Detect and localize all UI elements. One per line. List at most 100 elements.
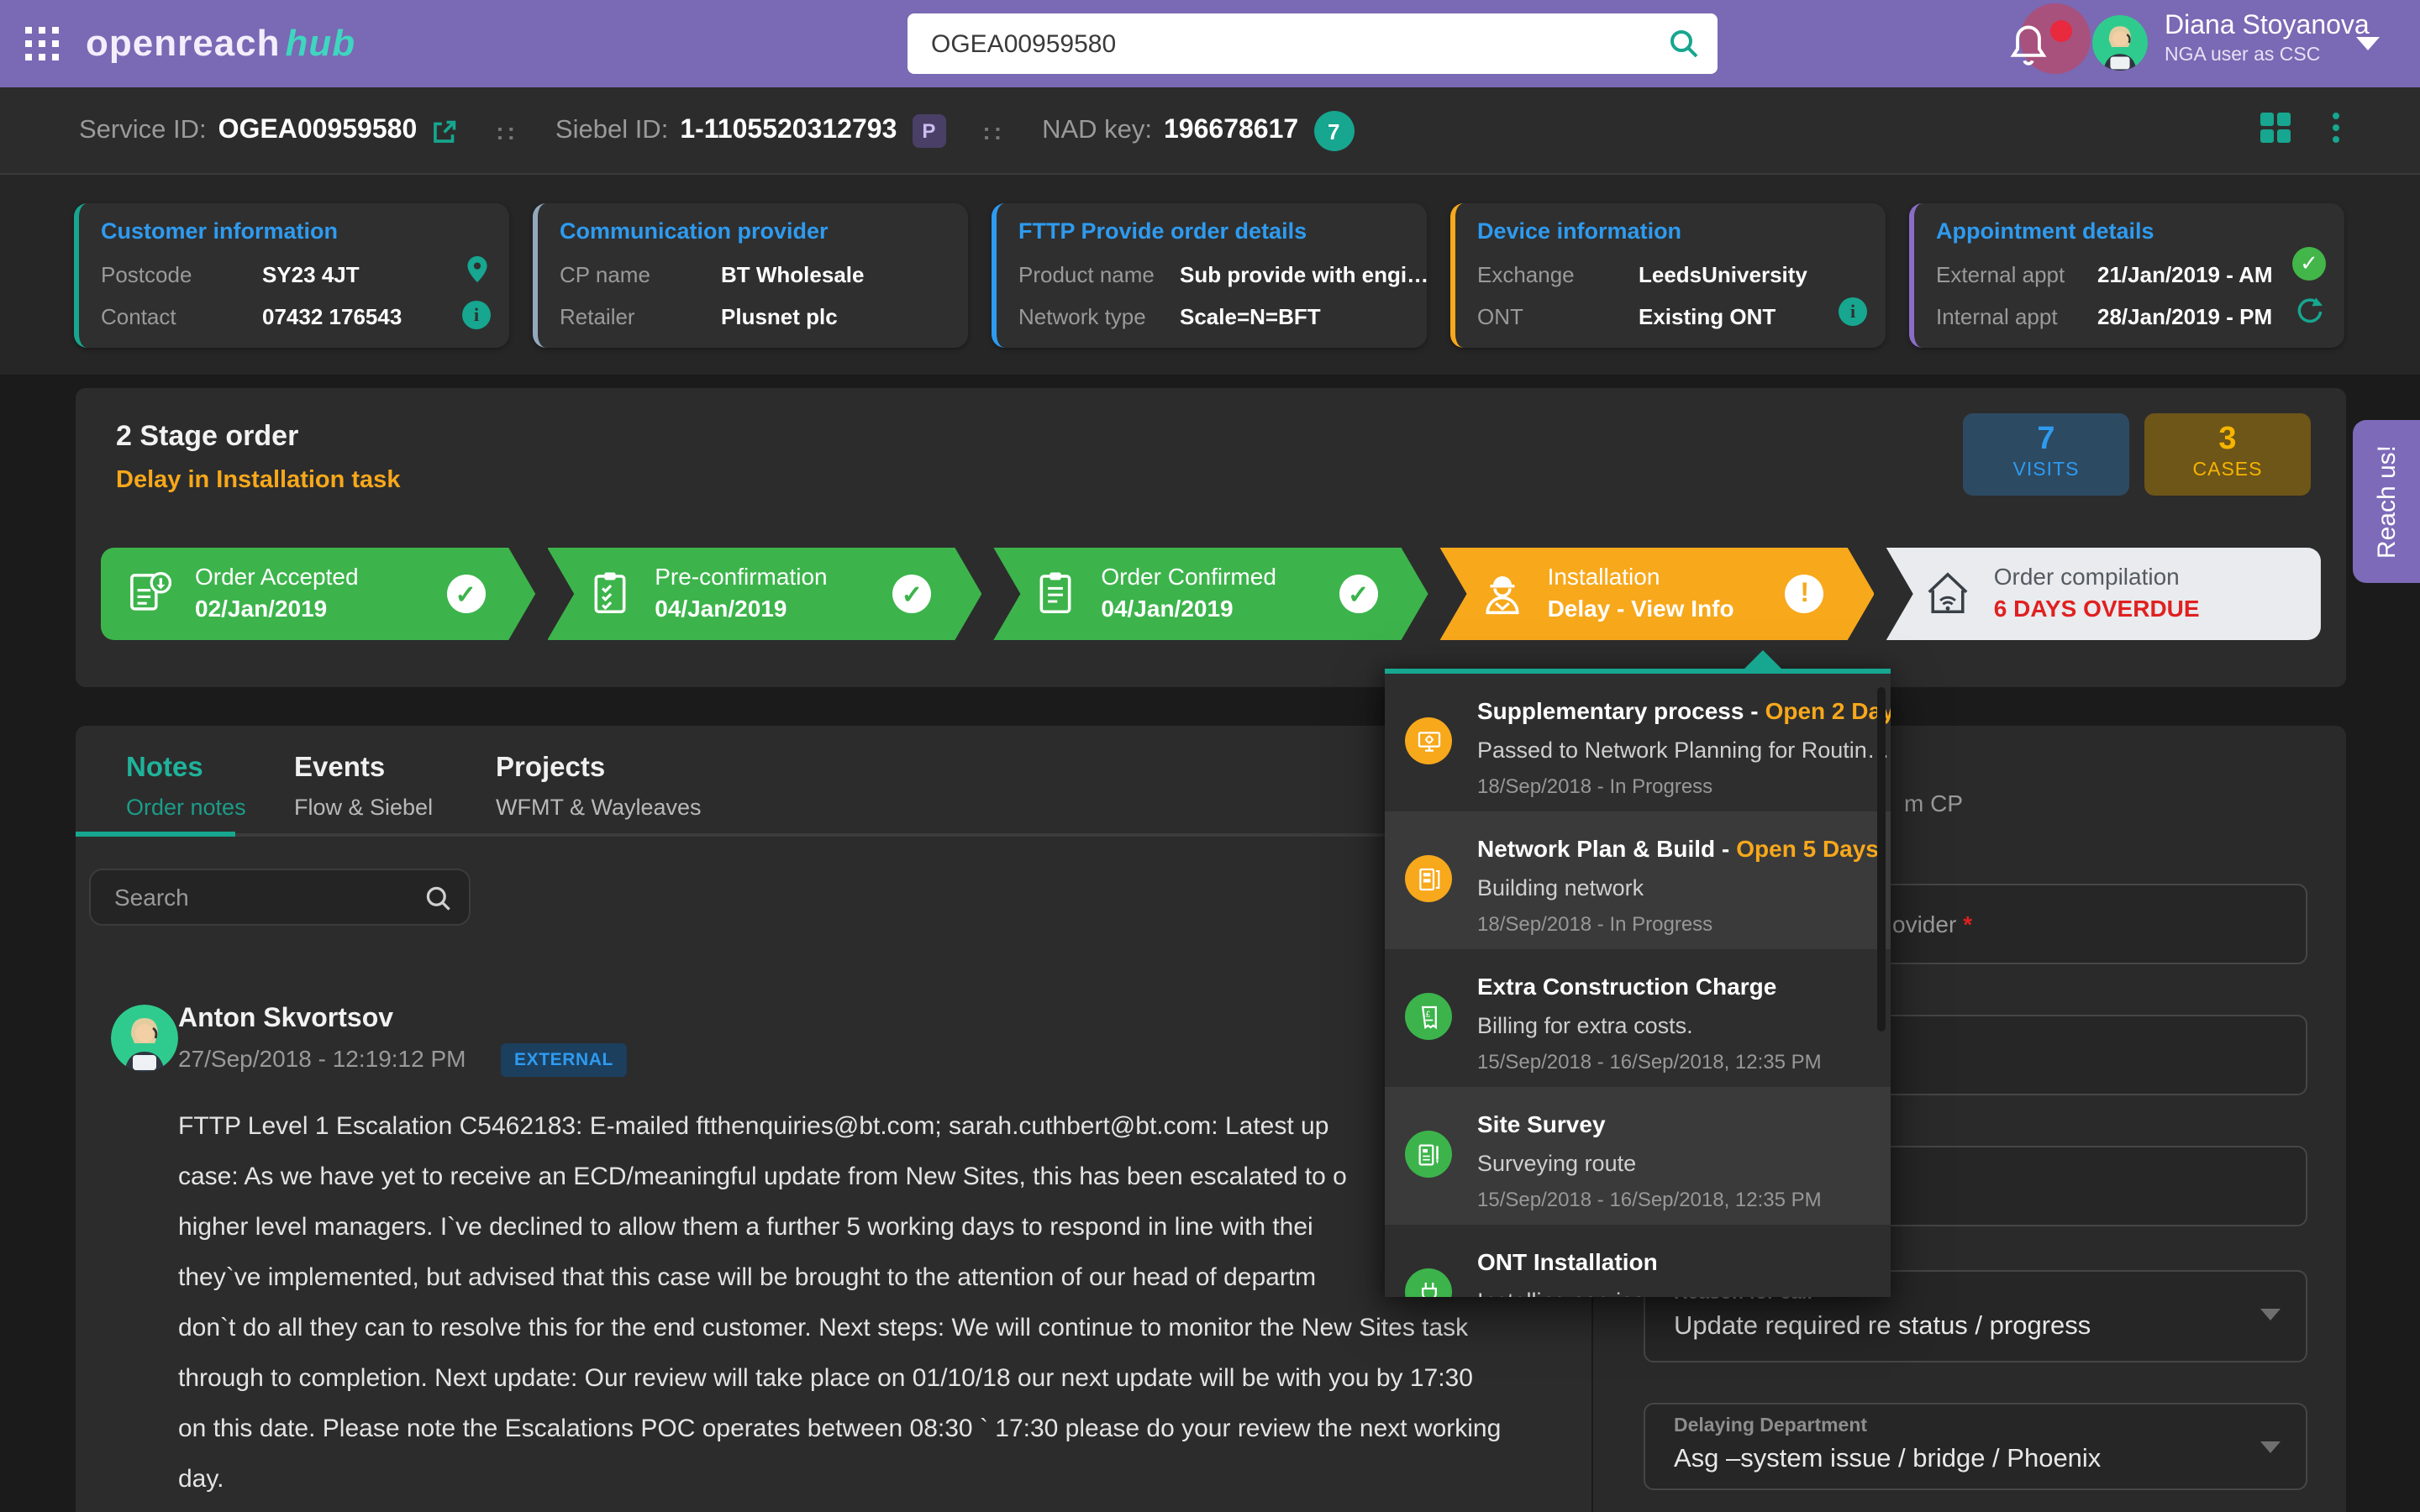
card-title: FTTP Provide order details (997, 203, 1427, 244)
document-download-icon (124, 568, 175, 618)
note-line: FTTP Level 1 Escalation C5462183: E-mail… (178, 1102, 1573, 1152)
order-progress-panel: 2 Stage order Delay in Installation task… (76, 388, 2346, 687)
refresh-icon[interactable] (2294, 296, 2326, 328)
user-menu[interactable]: Diana Stoyanova NGA user as CSC (2165, 12, 2370, 66)
task-dates: 18/Sep/2018 - In Progress (1477, 774, 1712, 798)
field-label: Network type (1018, 304, 1180, 329)
reach-us-tab[interactable]: Reach us! (2353, 420, 2420, 583)
global-search-input[interactable] (908, 13, 1718, 74)
installation-tasks-dropdown: Supplementary process -Open 2 Days Passe… (1385, 669, 1891, 1297)
external-link-icon[interactable] (430, 117, 459, 145)
grid-view-icon[interactable] (2259, 111, 2292, 144)
note-body-text: FTTP Level 1 Escalation C5462183: E-mail… (178, 1102, 1573, 1505)
cases-label: CASES (2144, 460, 2311, 480)
visits-label: VISITS (1963, 460, 2129, 480)
global-search (908, 13, 1718, 74)
note-line: on this date. Please note the Escalation… (178, 1404, 1573, 1455)
user-role: NGA user as CSC (2165, 45, 2370, 66)
stage-warning-icon: ! (1786, 575, 1824, 613)
stage-title: Order Accepted (195, 563, 359, 590)
field-label: Delaying Department (1674, 1416, 1867, 1436)
tab-subtitle: Flow & Siebel (294, 795, 433, 820)
card-customer-information: Customer information PostcodeSY23 4JT Co… (74, 203, 509, 348)
order-delay-subtitle: Delay in Installation task (116, 467, 400, 494)
delaying-department-select[interactable]: Delaying Department Asg –system issue / … (1644, 1403, 2307, 1490)
clipboard-check-icon (584, 568, 634, 618)
note-line: through to completion. Next update: Our … (178, 1354, 1573, 1404)
tab-notes[interactable]: Notes Order notes (126, 753, 246, 820)
stage-order-compilation[interactable]: Order compilation6 DAYS OVERDUE (1886, 548, 2321, 640)
stage-check-icon: ✓ (446, 575, 485, 613)
task-title: Supplementary process -Open 2 Days (1477, 697, 1891, 724)
note-line: case: As we have yet to receive an ECD/m… (178, 1152, 1573, 1203)
notifications-button[interactable] (1996, 3, 2097, 84)
siebel-id-label: Siebel ID: (555, 116, 668, 146)
engineer-icon (1477, 568, 1528, 618)
billing-receipt-icon: £ (1405, 993, 1452, 1040)
nad-count-badge: 7 (1313, 111, 1354, 151)
field-value: 21/Jan/2019 - AM (2097, 262, 2273, 287)
required-asterisk: * (1963, 911, 1972, 937)
task-open-days: Open 5 Days (1736, 835, 1879, 862)
plug-icon (1405, 1268, 1452, 1297)
stage-order-accepted[interactable]: Order Accepted02/Jan/2019 ✓ (101, 548, 535, 640)
service-summary-bar: Service ID: OGEA00959580 :: Siebel ID: 1… (0, 87, 2420, 175)
chevron-down-icon[interactable] (2356, 37, 2380, 50)
stage-installation[interactable]: InstallationDelay - View Info ! (1440, 548, 1875, 640)
info-icon[interactable]: i (1839, 297, 1867, 326)
stage-check-icon: ✓ (1339, 575, 1378, 613)
task-dates: 15/Sep/2018 - 16/Sep/2018, 12:35 PM (1477, 1188, 1822, 1211)
task-item-ont-installation[interactable]: ONT Installation Installing service (1385, 1225, 1891, 1297)
notification-badge (2050, 20, 2072, 42)
tab-title: Notes (126, 753, 246, 785)
stage-overdue-text: 6 DAYS OVERDUE (1994, 595, 2200, 622)
stage-delay-link[interactable]: Delay - View Info (1548, 595, 1734, 622)
location-pin-icon[interactable] (464, 254, 491, 286)
dropdown-scrollbar-thumb[interactable] (1877, 687, 1886, 1032)
survey-document-icon (1405, 1131, 1452, 1178)
task-description: Building network (1477, 875, 1644, 900)
more-options-icon[interactable] (2326, 113, 2346, 143)
task-title: Site Survey (1477, 1110, 1606, 1137)
task-item-network-plan-build[interactable]: Network Plan & Build -Open 5 Days Buildi… (1385, 811, 1891, 949)
user-avatar[interactable] (2092, 15, 2148, 71)
task-title: Network Plan & Build -Open 5 Days (1477, 835, 1879, 862)
card-title: Device information (1455, 203, 1886, 244)
bell-icon (2007, 22, 2050, 69)
note-external-badge: EXTERNAL (501, 1043, 627, 1077)
top-navigation-bar: openreachhub Diana Stoyanova NGA user as… (0, 0, 2420, 87)
task-item-site-survey[interactable]: Site Survey Surveying route 15/Sep/2018 … (1385, 1087, 1891, 1225)
field-label: ONT (1477, 304, 1639, 329)
stage-date: 04/Jan/2019 (1101, 595, 1276, 622)
note-author-name: Anton Skvortsov (178, 1005, 393, 1035)
card-communication-provider: Communication provider CP nameBT Wholesa… (533, 203, 968, 348)
stage-order-confirmed[interactable]: Order Confirmed04/Jan/2019 ✓ (993, 548, 1428, 640)
card-fttp-order-details: FTTP Provide order details Product nameS… (992, 203, 1427, 348)
field-value: SY23 4JT (262, 262, 360, 287)
tab-projects[interactable]: Projects WFMT & Wayleaves (496, 753, 702, 820)
task-item-extra-construction-charge[interactable]: £ Extra Construction Charge Billing for … (1385, 949, 1891, 1087)
info-icon[interactable]: i (462, 301, 491, 329)
field-value: Existing ONT (1639, 304, 1776, 329)
tab-events[interactable]: Events Flow & Siebel (294, 753, 433, 820)
visits-badge[interactable]: 7 VISITS (1963, 413, 2129, 496)
cases-badge[interactable]: 3 CASES (2144, 413, 2311, 496)
task-description: Surveying route (1477, 1151, 1636, 1176)
note-line: higher level managers. I`ve declined to … (178, 1203, 1573, 1253)
separator: :: (496, 118, 518, 144)
search-icon[interactable] (424, 884, 454, 914)
nad-key-label: NAD key: (1042, 116, 1152, 146)
service-id-label: Service ID: (79, 116, 207, 146)
task-description: Billing for extra costs. (1477, 1013, 1693, 1038)
stage-pre-confirmation[interactable]: Pre-confirmation04/Jan/2019 ✓ (547, 548, 981, 640)
search-icon[interactable] (1667, 27, 1701, 60)
dropdown-pointer (1744, 650, 1781, 669)
nad-key-value: 196678617 (1164, 116, 1298, 146)
field-label: Retailer (560, 304, 721, 329)
card-title: Customer information (79, 203, 509, 244)
notes-search-input[interactable] (91, 870, 469, 924)
note-line: they`ve implemented, but advised that th… (178, 1253, 1573, 1304)
task-item-supplementary-process[interactable]: Supplementary process -Open 2 Days Passe… (1385, 674, 1891, 811)
tab-subtitle: Order notes (126, 795, 246, 820)
app-launcher-icon[interactable] (24, 25, 60, 62)
